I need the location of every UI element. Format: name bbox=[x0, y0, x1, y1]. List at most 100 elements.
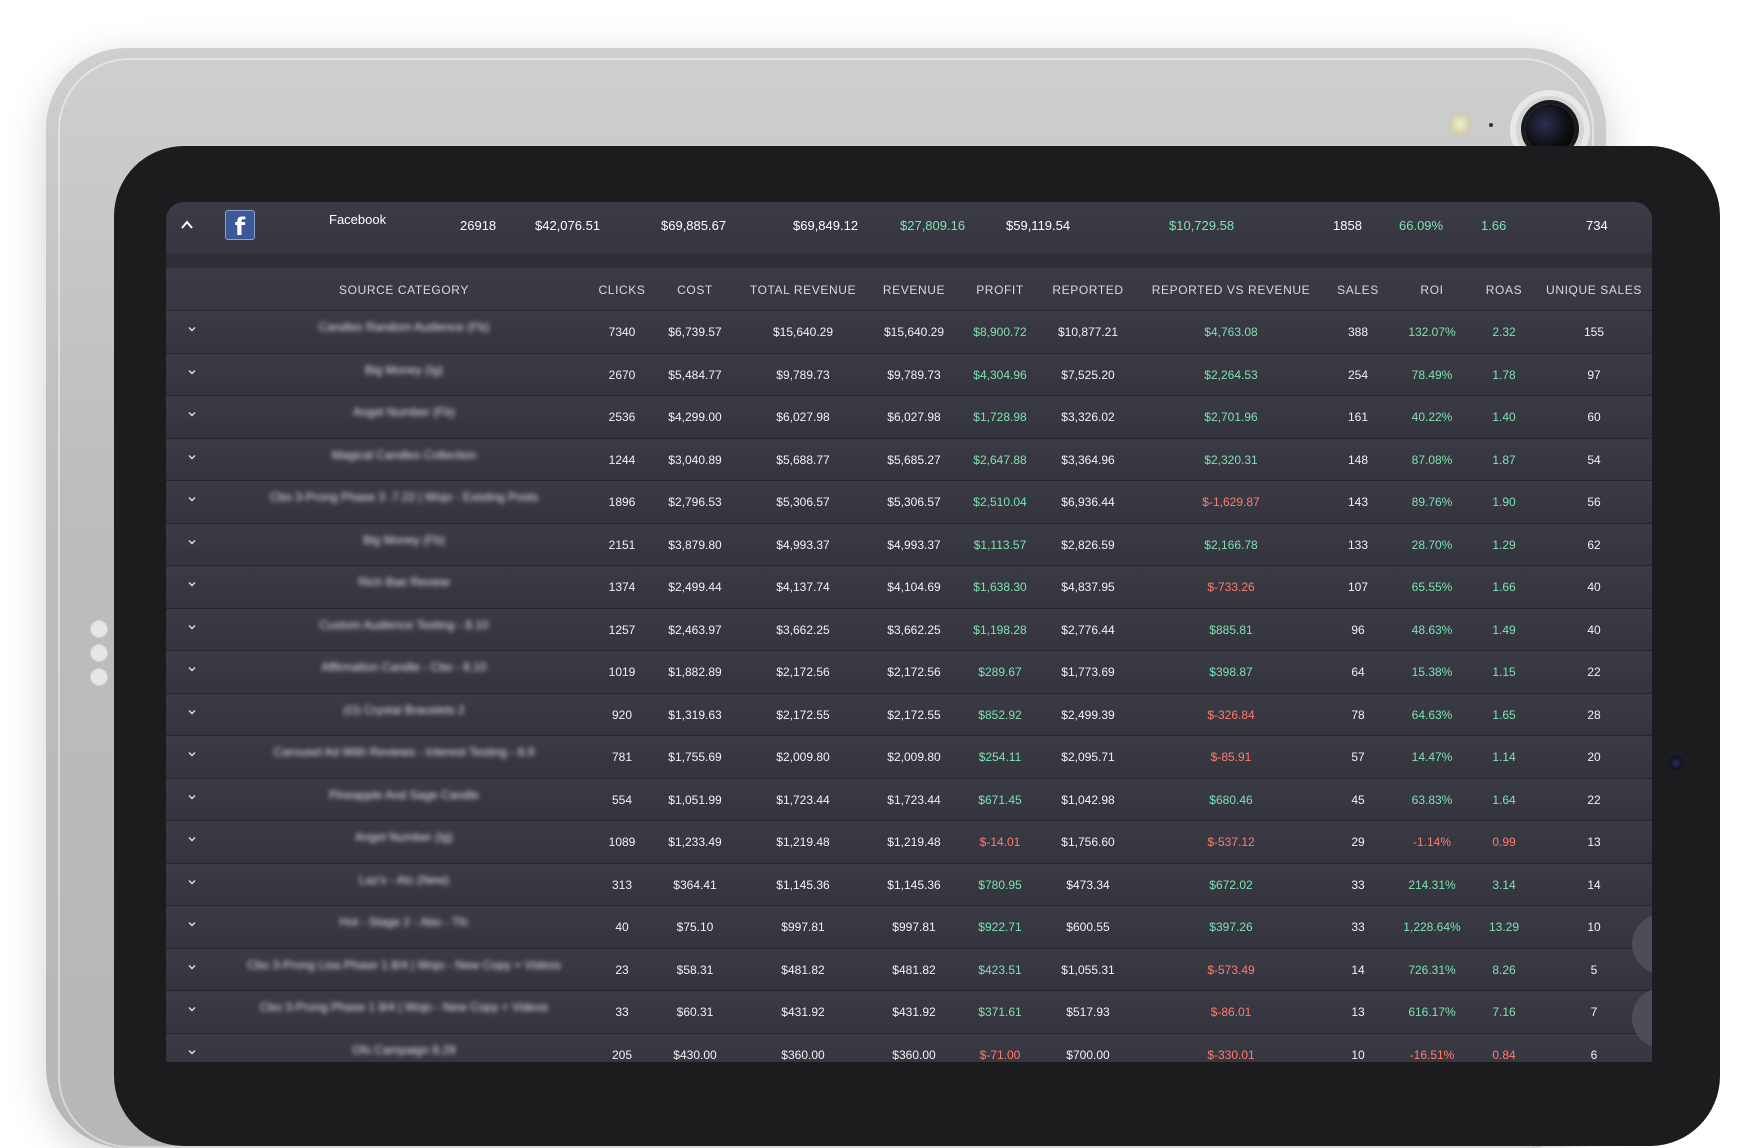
row-profit: $852.92 bbox=[978, 707, 1022, 722]
header-reported[interactable]: REPORTED bbox=[1052, 283, 1123, 297]
chevron-down-icon[interactable] bbox=[186, 621, 198, 633]
chevron-down-icon[interactable] bbox=[186, 451, 198, 463]
chevron-down-icon[interactable] bbox=[186, 366, 198, 378]
row-clicks: 2670 bbox=[608, 367, 636, 382]
header-roas[interactable]: ROAS bbox=[1486, 283, 1522, 297]
row-roi: 78.49% bbox=[1411, 367, 1453, 382]
table-row[interactable]: (O) Crystal Bracelets 2 920 $1,319.63 $2,17… bbox=[166, 693, 1652, 736]
header-sales[interactable]: SALES bbox=[1337, 283, 1379, 297]
row-total-revenue: $1,723.44 bbox=[776, 792, 830, 807]
row-roas: 1.15 bbox=[1492, 665, 1516, 679]
row-unique-sales: 22 bbox=[1587, 665, 1601, 679]
row-cost: $58.31 bbox=[676, 962, 714, 977]
row-reported-vs-revenue: $-330.01 bbox=[1207, 1047, 1255, 1062]
chevron-down-icon[interactable] bbox=[186, 663, 198, 675]
row-reported: $2,095.71 bbox=[1061, 750, 1115, 764]
row-sales: 143 bbox=[1347, 495, 1369, 509]
row-cost: $6,739.57 bbox=[668, 325, 722, 339]
table-row[interactable]: Angel Number (Fb) 2536 $4,299.00 $6,027.98 $… bbox=[166, 396, 1652, 439]
row-sales: 133 bbox=[1347, 537, 1369, 552]
header-unique-sales[interactable]: UNIQUE SALES bbox=[1546, 283, 1642, 297]
chevron-down-icon[interactable] bbox=[186, 706, 198, 718]
header-total-revenue[interactable]: TOTAL REVENUE bbox=[750, 283, 856, 297]
table-row[interactable]: Cbo 3-Prong Phase 1 8/4 | Wojo - New Cop… bbox=[166, 991, 1652, 1034]
table-row[interactable]: Candles Random Audience (Fb) 7340 $6,739.5… bbox=[166, 311, 1652, 354]
table-row[interactable]: Cbo 3-Prong Lisa Phase 1.8/4 | Wojo - Ne… bbox=[166, 948, 1652, 991]
row-profit: $8,900.72 bbox=[973, 325, 1027, 339]
row-roas: 0.99 bbox=[1492, 835, 1516, 849]
summary-profit: $27,809.16 bbox=[900, 218, 966, 233]
table-row[interactable]: Cbo 3-Prong Phase 3 .7.22 | Wojo - Exist… bbox=[166, 481, 1652, 524]
table-row[interactable]: Rich Bae Review 1374 $2,499.44 $4,137.74 $4,… bbox=[166, 566, 1652, 609]
row-unique-sales: 97 bbox=[1587, 367, 1601, 382]
row-sales: 29 bbox=[1351, 835, 1365, 849]
row-unique-sales: 5 bbox=[1590, 962, 1598, 977]
table-row[interactable]: Carousel Ad With Reviews - Interest Test… bbox=[166, 736, 1652, 779]
header-roi[interactable]: ROI bbox=[1420, 283, 1443, 297]
table-row[interactable]: Affirmation Candle - Cbo - 8.10 1019 $1,88… bbox=[166, 651, 1652, 694]
row-unique-sales: 10 bbox=[1587, 920, 1601, 934]
chevron-down-icon[interactable] bbox=[186, 408, 198, 420]
row-total-revenue: $5,306.57 bbox=[776, 495, 830, 509]
chevron-up-icon[interactable] bbox=[180, 218, 194, 232]
row-unique-sales: 40 bbox=[1587, 622, 1601, 637]
header-cost[interactable]: COST bbox=[677, 283, 713, 297]
row-sales: 14 bbox=[1351, 962, 1365, 977]
row-reported-vs-revenue: $-573.49 bbox=[1207, 962, 1255, 977]
chevron-down-icon[interactable] bbox=[186, 1046, 198, 1058]
row-sales: 254 bbox=[1347, 367, 1369, 382]
header-clicks[interactable]: CLICKS bbox=[599, 283, 646, 297]
row-clicks: 2536 bbox=[608, 410, 636, 424]
chevron-down-icon[interactable] bbox=[186, 791, 198, 803]
row-clicks: 313 bbox=[611, 877, 633, 892]
row-source-category: Hot - Stage 2 - Abo - Tfc bbox=[339, 915, 469, 929]
row-revenue: $1,723.44 bbox=[887, 792, 941, 807]
table-row[interactable]: Hot - Stage 2 - Abo - Tfc 40 $75.10 $997.81… bbox=[166, 906, 1652, 949]
header-profit[interactable]: PROFIT bbox=[976, 283, 1024, 297]
source-summary-row[interactable]: f Facebook 26918 $42,076.51 $69,885.67 $… bbox=[166, 202, 1652, 254]
row-roi: -1.14% bbox=[1412, 835, 1452, 849]
row-source-category: Ofs Campaign 8.29 bbox=[352, 1042, 456, 1057]
row-revenue: $431.92 bbox=[892, 1005, 936, 1019]
chevron-down-icon[interactable] bbox=[186, 918, 198, 930]
table-row[interactable]: Big Money (Fb) 2151 $3,879.80 $4,993.37 $4,9… bbox=[166, 523, 1652, 566]
chevron-down-icon[interactable] bbox=[186, 833, 198, 845]
chevron-down-icon[interactable] bbox=[186, 748, 198, 760]
row-roi: 616.17% bbox=[1408, 1005, 1456, 1019]
row-roas: 0.84 bbox=[1492, 1047, 1516, 1062]
row-clicks: 1896 bbox=[608, 495, 636, 509]
table-row[interactable]: Pineapple And Sage Candle 554 $1,051.99 $1,… bbox=[166, 778, 1652, 821]
row-roi: 1,228.64% bbox=[1403, 920, 1461, 934]
table-row[interactable]: Custom Audience Testing - 8.10 1257 $2,463… bbox=[166, 608, 1652, 651]
row-reported: $3,326.02 bbox=[1061, 410, 1115, 424]
row-reported: $10,877.21 bbox=[1057, 325, 1119, 339]
table-row[interactable]: Big Money (Ig) 2670 $5,484.77 $9,789.73 $9,7… bbox=[166, 353, 1652, 396]
table-row[interactable]: Magical Candles Collection 1244 $3,040.89 $… bbox=[166, 438, 1652, 481]
row-reported-vs-revenue: $2,166.78 bbox=[1204, 537, 1258, 552]
chevron-down-icon[interactable] bbox=[186, 876, 198, 888]
row-reported-vs-revenue: $-85.91 bbox=[1210, 750, 1252, 764]
header-reported-vs-revenue[interactable]: REPORTED VS REVENUE bbox=[1152, 283, 1311, 297]
row-cost: $2,499.44 bbox=[668, 580, 722, 594]
chevron-down-icon[interactable] bbox=[186, 493, 198, 505]
row-source-category: Big Money (Fb) bbox=[362, 532, 446, 547]
header-source-category[interactable]: SOURCE CATEGORY bbox=[339, 283, 469, 297]
row-revenue: $2,172.56 bbox=[887, 665, 941, 679]
row-sales: 78 bbox=[1351, 707, 1365, 722]
table-header: SOURCE CATEGORY CLICKS COST TOTAL REVENU… bbox=[166, 268, 1652, 311]
table-body: Candles Random Audience (Fb) 7340 $6,739.5… bbox=[166, 311, 1652, 1062]
row-revenue: $4,993.37 bbox=[887, 537, 941, 552]
row-profit: $289.67 bbox=[978, 665, 1022, 679]
chevron-down-icon[interactable] bbox=[186, 536, 198, 548]
chevron-down-icon[interactable] bbox=[186, 1003, 198, 1015]
chevron-down-icon[interactable] bbox=[186, 323, 198, 335]
chevron-down-icon[interactable] bbox=[186, 961, 198, 973]
row-roas: 7.16 bbox=[1492, 1005, 1516, 1019]
table-row[interactable]: Angel Number (Ig) 1089 $1,233.49 $1,219.48 $… bbox=[166, 821, 1652, 864]
chevron-down-icon[interactable] bbox=[186, 578, 198, 590]
row-reported: $600.55 bbox=[1066, 920, 1110, 934]
table-row[interactable]: Ofs Campaign 8.29 205 $430.00 $360.00 $360.0… bbox=[166, 1033, 1652, 1062]
header-revenue[interactable]: REVENUE bbox=[883, 283, 945, 297]
row-cost: $2,463.97 bbox=[668, 622, 722, 637]
table-row[interactable]: Laz's - Atc (New) 313 $364.41 $1,145.36 $1,1… bbox=[166, 863, 1652, 906]
